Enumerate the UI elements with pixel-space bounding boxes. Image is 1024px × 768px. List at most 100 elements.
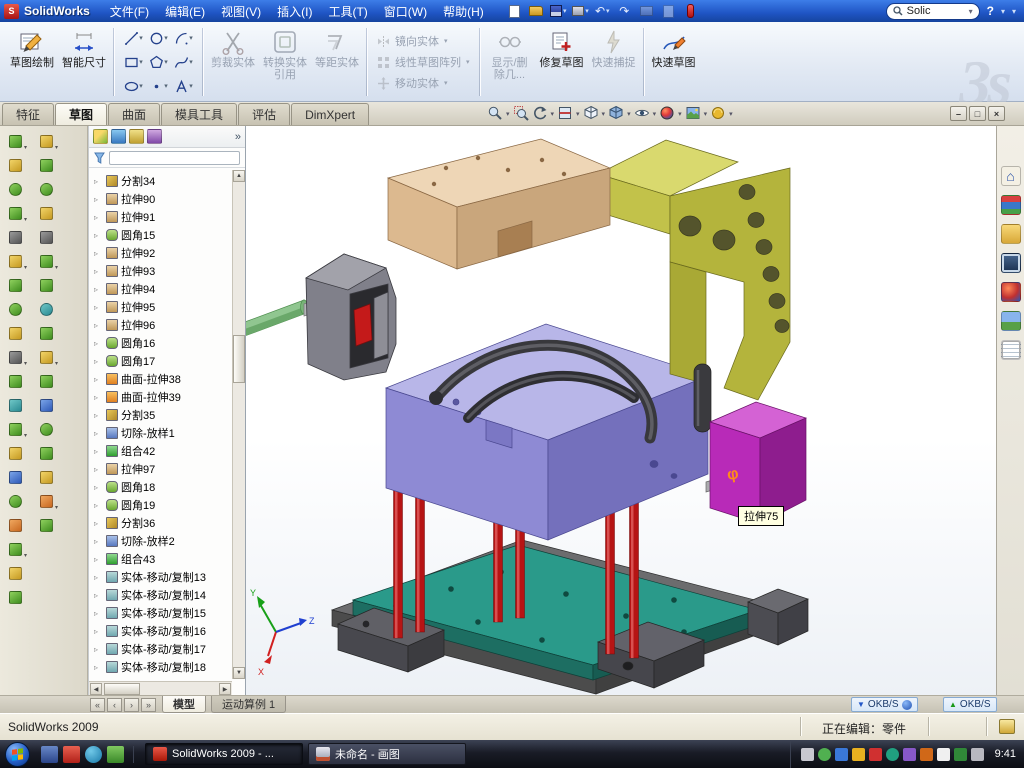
expand-arrow-icon[interactable] [94, 339, 103, 348]
rapid-sketch-button[interactable]: 快速草图 [648, 25, 700, 99]
dropdown-icon[interactable] [575, 107, 581, 119]
tree-item[interactable]: 实体-移动/复制13 [91, 568, 231, 586]
trim-entities-button[interactable]: 剪裁实体 [207, 25, 259, 99]
sketch-button[interactable]: 草图绘制 [6, 25, 58, 99]
expand-arrow-icon[interactable] [94, 231, 103, 240]
tray-icon-10[interactable] [954, 748, 967, 761]
save-icon[interactable] [550, 3, 567, 19]
circle-tool-icon[interactable] [148, 30, 169, 47]
expand-arrow-icon[interactable] [94, 285, 103, 294]
left-tool-icon-15[interactable] [3, 467, 27, 488]
left-tool-icon-9[interactable] [3, 323, 27, 344]
tray-icon-1[interactable] [801, 748, 814, 761]
redo-icon[interactable]: ↷ [616, 3, 633, 19]
tree-item[interactable]: 分割36 [91, 514, 231, 532]
expand-arrow-icon[interactable] [94, 447, 103, 456]
tray-icon-4[interactable] [852, 748, 865, 761]
property-manager-tab-icon[interactable] [111, 129, 126, 144]
previous-tab-icon[interactable] [107, 698, 122, 712]
zoom-area-icon[interactable] [512, 104, 530, 122]
tab-model[interactable]: 模型 [162, 696, 206, 713]
print-icon[interactable] [572, 3, 589, 19]
left-tool-icon-8[interactable] [3, 299, 27, 320]
view-orientation-icon[interactable] [582, 104, 600, 122]
scroll-left-icon[interactable] [90, 683, 102, 695]
tree-item[interactable]: 拉伸97 [91, 460, 231, 478]
expand-arrow-icon[interactable] [94, 213, 103, 222]
previous-view-icon[interactable] [531, 104, 549, 122]
design-library-icon[interactable] [1001, 195, 1021, 215]
left-tool-icon-4[interactable] [3, 203, 27, 224]
left-tool-icon-10[interactable] [3, 347, 27, 368]
view-settings-icon[interactable] [709, 104, 727, 122]
tray-icon-11[interactable] [971, 748, 984, 761]
configuration-manager-tab-icon[interactable] [129, 129, 144, 144]
tray-icon-2[interactable] [818, 748, 831, 761]
scroll-up-icon[interactable] [233, 170, 245, 182]
tree-item[interactable]: 拉伸95 [91, 298, 231, 316]
left-tool-icon-27[interactable] [34, 275, 58, 296]
tree-item[interactable]: 拉伸93 [91, 262, 231, 280]
expand-arrow-icon[interactable] [94, 537, 103, 546]
quick-launch-icon-2[interactable] [63, 746, 80, 763]
quick-tips-icon[interactable] [999, 719, 1015, 734]
taskbar-app-paint[interactable]: 未命名 - 画图 [308, 743, 466, 765]
left-tool-icon-3[interactable] [3, 179, 27, 200]
custom-properties-icon[interactable] [1001, 340, 1021, 360]
tree-filter-input[interactable] [109, 151, 240, 165]
left-tool-icon-18[interactable] [3, 539, 27, 560]
left-tool-icon-17[interactable] [3, 515, 27, 536]
repair-sketch-button[interactable]: 修复草图 [536, 25, 588, 99]
dropdown-icon[interactable] [626, 107, 632, 119]
point-tool-icon[interactable] [148, 78, 169, 95]
display-style-icon[interactable] [607, 104, 625, 122]
tree-item[interactable]: 拉伸92 [91, 244, 231, 262]
tab-motion-study[interactable]: 运动算例 1 [211, 696, 286, 713]
left-tool-icon-13[interactable] [3, 419, 27, 440]
menu-file[interactable]: 文件(F) [102, 0, 157, 24]
quick-launch-icon-4[interactable] [107, 746, 124, 763]
scrollbar-thumb[interactable] [104, 683, 140, 695]
tree-item[interactable]: 切除-放样2 [91, 532, 231, 550]
expand-arrow-icon[interactable] [94, 249, 103, 258]
tree-item[interactable]: 拉伸96 [91, 316, 231, 334]
tray-icon-7[interactable] [903, 748, 916, 761]
new-document-icon[interactable] [506, 3, 523, 19]
expand-arrow-icon[interactable] [94, 483, 103, 492]
tree-item[interactable]: 圆角17 [91, 352, 231, 370]
left-tool-icon-36[interactable] [34, 491, 58, 512]
edit-appearance-icon[interactable] [658, 104, 676, 122]
zoom-fit-icon[interactable] [486, 104, 504, 122]
left-tool-icon-7[interactable] [3, 275, 27, 296]
tab-sketch[interactable]: 草图 [55, 103, 107, 125]
convert-entities-button[interactable]: 转换实体引用 [259, 25, 311, 99]
tree-item[interactable]: 组合42 [91, 442, 231, 460]
expand-arrow-icon[interactable] [94, 501, 103, 510]
last-tab-icon[interactable] [141, 698, 156, 712]
tree-item[interactable]: 圆角19 [91, 496, 231, 514]
help-icon[interactable] [987, 4, 994, 18]
tree-item[interactable]: 实体-移动/复制17 [91, 640, 231, 658]
tab-evaluate[interactable]: 评估 [238, 103, 290, 125]
dropdown-icon[interactable] [652, 107, 658, 119]
line-tool-icon[interactable] [123, 30, 144, 47]
tree-item[interactable]: 圆角16 [91, 334, 231, 352]
minimize-icon[interactable] [950, 106, 967, 121]
expand-arrow-icon[interactable] [94, 321, 103, 330]
expand-arrow-icon[interactable] [94, 609, 103, 618]
clock[interactable]: 9:41 [995, 748, 1016, 760]
dropdown-icon[interactable] [505, 107, 511, 119]
tree-item[interactable]: 圆角18 [91, 478, 231, 496]
left-tool-icon-25[interactable] [34, 227, 58, 248]
left-tool-icon-1[interactable] [3, 131, 27, 152]
left-tool-icon-2[interactable] [3, 155, 27, 176]
expand-arrow-icon[interactable] [94, 177, 103, 186]
left-tool-icon-24[interactable] [34, 203, 58, 224]
quick-launch-icon-1[interactable] [41, 746, 58, 763]
dropdown-icon[interactable] [677, 107, 683, 119]
menu-insert[interactable]: 插入(I) [269, 0, 320, 24]
expand-arrow-icon[interactable] [94, 357, 103, 366]
tree-item[interactable]: 拉伸94 [91, 280, 231, 298]
network-monitor-icon[interactable] [902, 700, 912, 710]
tree-item[interactable]: 实体-移动/复制14 [91, 586, 231, 604]
